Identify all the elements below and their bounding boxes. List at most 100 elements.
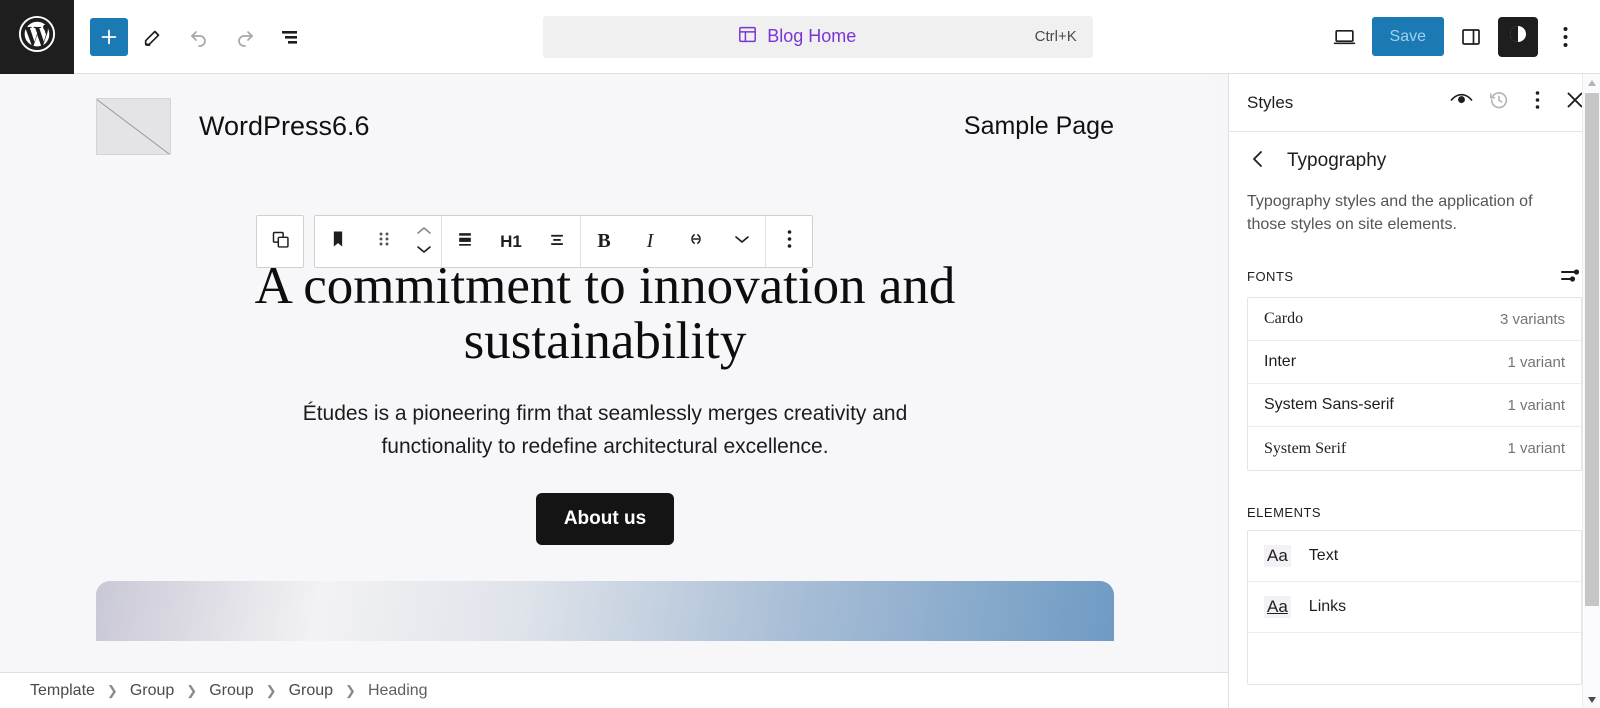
back-button[interactable] — [1243, 146, 1273, 176]
elements-list: Aa Text Aa Links — [1247, 530, 1582, 686]
list-view-button[interactable] — [270, 16, 312, 58]
header-center: Blog Home Ctrl+K — [312, 15, 1324, 58]
breadcrumb-item-template[interactable]: Template — [24, 682, 101, 700]
page-title[interactable]: A commitment to innovation and sustainab… — [150, 259, 1060, 368]
breadcrumb-item-group-3[interactable]: Group — [283, 682, 339, 700]
breadcrumb: Template ❯ Group ❯ Group ❯ Group ❯ Headi… — [0, 672, 1228, 708]
block-align-button[interactable] — [442, 216, 488, 267]
list-item[interactable]: Aa Links — [1248, 582, 1581, 634]
font-name: Inter — [1264, 353, 1297, 371]
list-item[interactable]: System Serif 1 variant — [1248, 427, 1581, 471]
header-right-toolbar: Save — [1324, 16, 1600, 58]
vertical-dots-icon — [1535, 90, 1540, 115]
fonts-section-label: FONTS — [1247, 269, 1294, 285]
chevron-down-icon[interactable] — [415, 242, 433, 260]
breadcrumb-separator: ❯ — [265, 682, 277, 698]
command-bar-shortcut: Ctrl+K — [1034, 28, 1077, 45]
wordpress-logo-button[interactable] — [0, 0, 74, 74]
more-rich-text-button[interactable] — [719, 216, 765, 267]
font-variant-count: 1 variant — [1507, 353, 1565, 371]
parent-block-icon — [270, 229, 291, 255]
breadcrumb-item-group-2[interactable]: Group — [203, 682, 259, 700]
block-controls-group: H1 B I — [314, 215, 813, 268]
list-item-partial[interactable] — [1248, 633, 1581, 685]
command-bar-content: Blog Home — [559, 24, 1035, 50]
wordpress-logo-icon — [18, 15, 56, 58]
site-branding: WordPress6.6 — [96, 98, 370, 155]
chevron-up-icon[interactable] — [415, 224, 433, 242]
element-label: Links — [1308, 598, 1347, 616]
hero-image-block[interactable] — [96, 581, 1114, 642]
block-toolbar: H1 B I — [256, 215, 813, 268]
styles-sidebar-header: Styles — [1229, 74, 1600, 132]
text-align-button[interactable] — [534, 216, 580, 267]
header-left-toolbar — [74, 16, 312, 58]
revisions-button[interactable] — [1480, 84, 1518, 122]
link-icon — [685, 228, 707, 255]
link-button[interactable] — [673, 216, 719, 267]
text-sample: Aa — [1264, 545, 1291, 568]
hero-paragraph[interactable]: Études is a pioneering firm that seamles… — [275, 398, 935, 463]
align-block-icon — [455, 229, 475, 254]
desktop-preview-icon — [1332, 24, 1357, 49]
breadcrumb-item-group-1[interactable]: Group — [124, 682, 180, 700]
editor-more-options-button[interactable] — [1544, 16, 1586, 58]
select-parent-block-button[interactable] — [257, 216, 303, 267]
font-variant-count: 3 variants — [1499, 310, 1565, 328]
styles-panel-title: Styles — [1247, 92, 1294, 112]
desktop-preview-button[interactable] — [1324, 16, 1366, 58]
heading-block-icon — [328, 229, 348, 254]
site-nav-link-sample-page[interactable]: Sample Page — [964, 112, 1114, 141]
breadcrumb-item-heading[interactable]: Heading — [362, 682, 434, 700]
settings-sidebar-toggle[interactable] — [1450, 16, 1492, 58]
command-bar-title: Blog Home — [767, 26, 857, 46]
sidebar-scrollbar-thumb[interactable] — [1585, 93, 1599, 606]
hero-content: A commitment to innovation and sustainab… — [0, 259, 1210, 546]
undo-button[interactable] — [178, 16, 220, 58]
styles-sidebar: Styles Typography Typography styles and … — [1228, 74, 1600, 708]
style-book-button[interactable] — [1442, 84, 1480, 122]
font-variant-count: 1 variant — [1507, 396, 1565, 414]
heading-level-button[interactable]: H1 — [488, 216, 534, 267]
template-preview: WordPress6.6 Sample Page A commitment to… — [0, 74, 1210, 672]
list-view-icon — [279, 25, 303, 49]
list-item[interactable]: Cardo 3 variants — [1248, 298, 1581, 342]
block-type-button[interactable] — [315, 216, 361, 267]
block-movers[interactable] — [407, 216, 441, 267]
command-center-button[interactable]: Blog Home Ctrl+K — [542, 15, 1093, 58]
styles-more-options-button[interactable] — [1518, 84, 1556, 122]
block-options-button[interactable] — [766, 216, 812, 267]
broken-image-placeholder-icon[interactable] — [96, 98, 171, 155]
editor-header: Blog Home Ctrl+K Save — [0, 0, 1600, 74]
sidebar-scrollbar[interactable] — [1582, 74, 1600, 708]
list-item[interactable]: Aa Text — [1248, 531, 1581, 583]
parent-block-group — [256, 215, 304, 268]
site-title[interactable]: WordPress6.6 — [199, 111, 370, 142]
list-item[interactable]: System Sans-serif 1 variant — [1248, 384, 1581, 428]
save-button[interactable]: Save — [1371, 17, 1444, 56]
drag-block-handle[interactable] — [361, 216, 407, 267]
elements-section-label: ELEMENTS — [1247, 505, 1322, 521]
editor-canvas: WordPress6.6 Sample Page A commitment to… — [0, 74, 1228, 672]
styles-sidebar-toggle[interactable] — [1498, 16, 1538, 57]
add-block-button[interactable] — [90, 17, 128, 56]
bold-label: B — [597, 230, 611, 252]
edit-mode-button[interactable] — [132, 16, 174, 58]
scroll-down-arrow-icon[interactable] — [1583, 691, 1600, 708]
redo-button[interactable] — [224, 16, 266, 58]
template-layout-icon — [737, 24, 758, 50]
font-variant-count: 1 variant — [1507, 440, 1565, 458]
site-header-block[interactable]: WordPress6.6 Sample Page — [0, 74, 1210, 155]
bold-button[interactable]: B — [581, 216, 627, 267]
breadcrumb-separator: ❯ — [186, 682, 198, 698]
sliders-filter-icon[interactable] — [1560, 266, 1582, 287]
element-label: Text — [1308, 547, 1339, 565]
about-us-button[interactable]: About us — [535, 493, 675, 546]
text-align-icon — [547, 229, 567, 254]
scroll-up-arrow-icon[interactable] — [1583, 74, 1600, 91]
italic-button[interactable]: I — [627, 216, 673, 267]
italic-label: I — [646, 230, 654, 252]
list-item[interactable]: Inter 1 variant — [1248, 341, 1581, 385]
links-sample: Aa — [1264, 596, 1291, 619]
font-name: System Sans-serif — [1264, 396, 1394, 414]
